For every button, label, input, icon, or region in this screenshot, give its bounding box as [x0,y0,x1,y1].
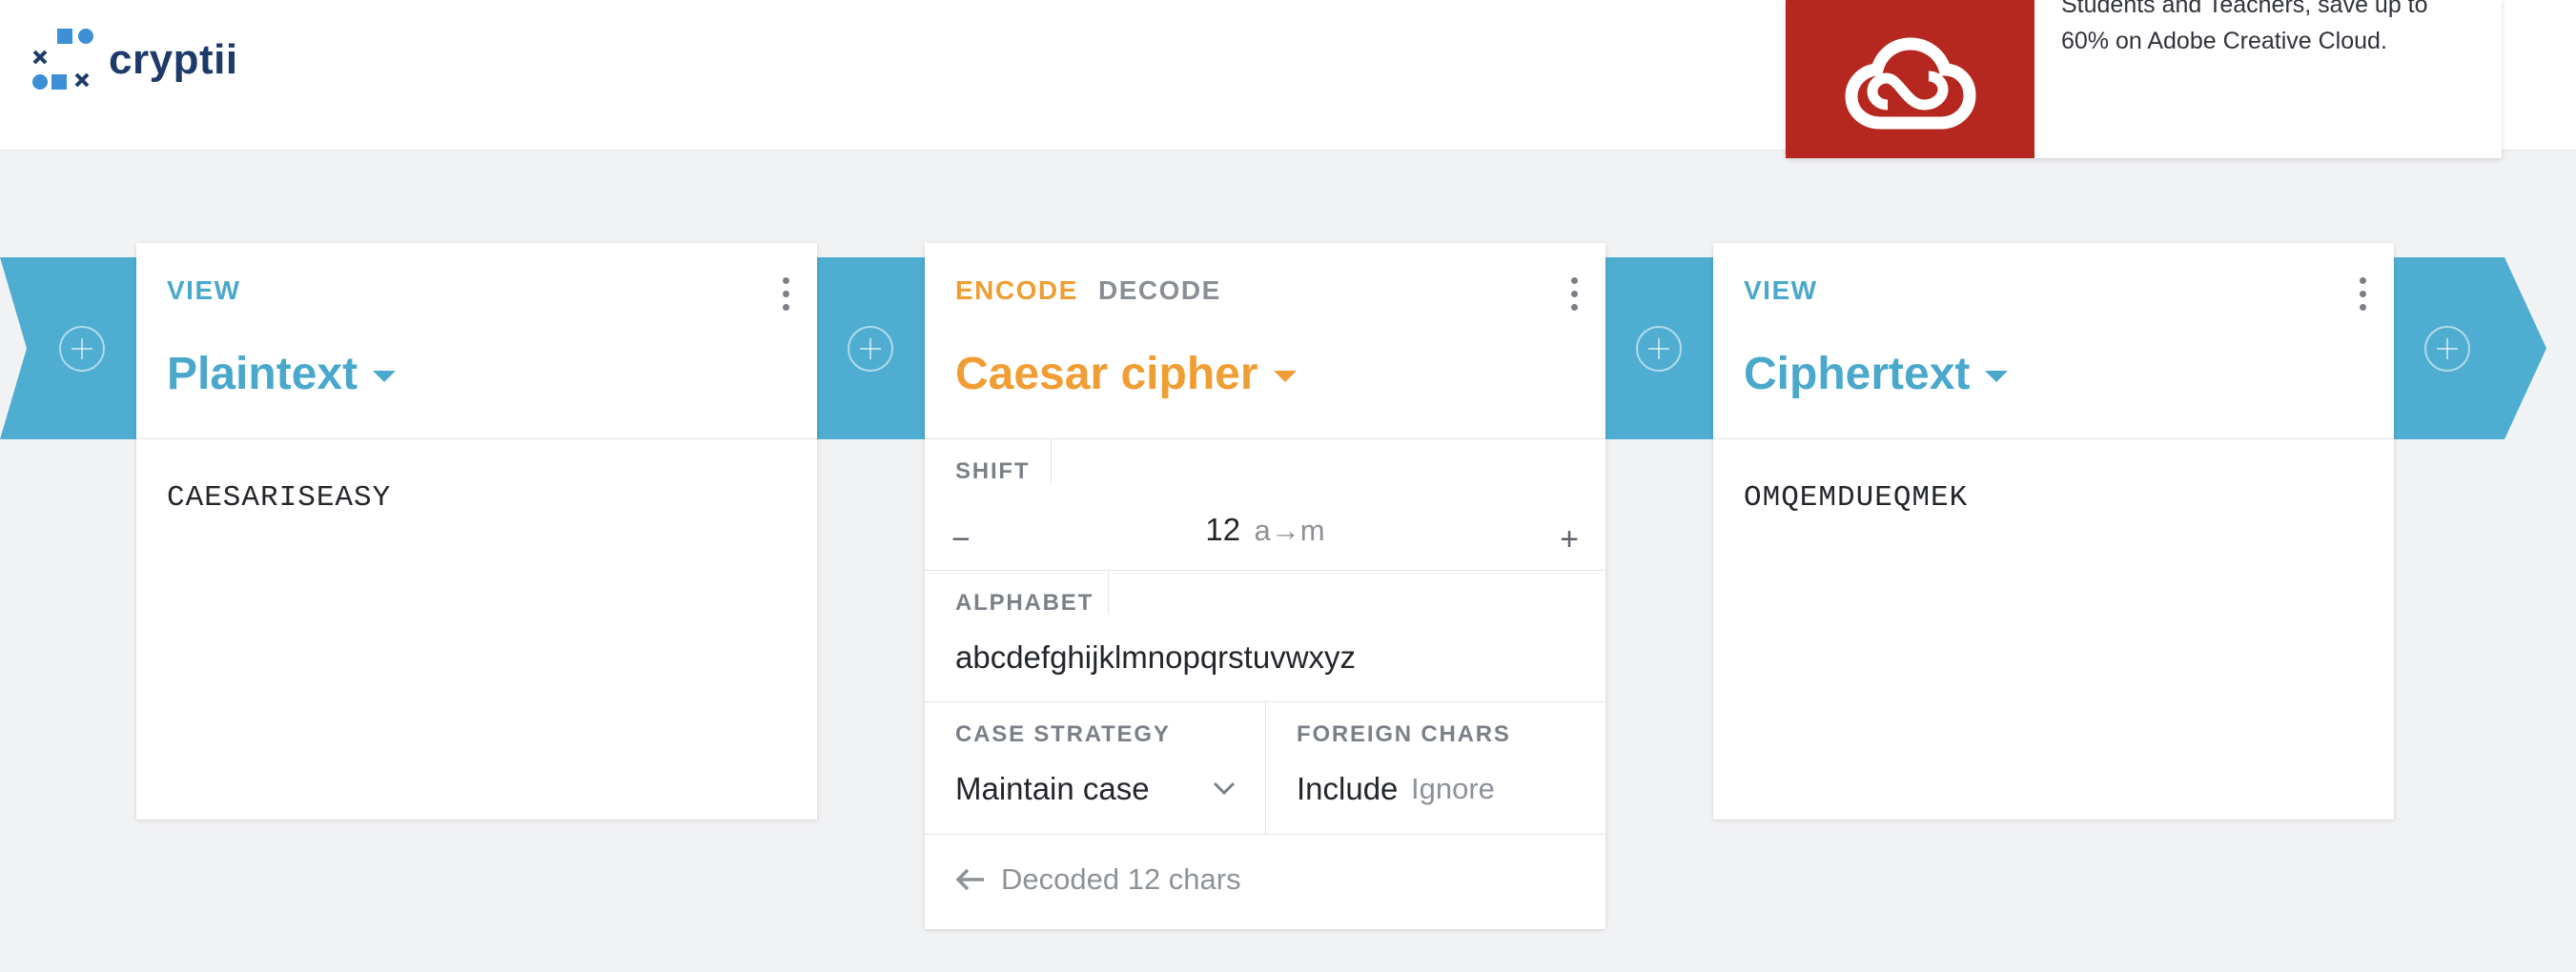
more-vertical-icon[interactable] [1571,277,1579,311]
foreign-chars-setting: FOREIGN CHARS Include Ignore [1266,702,1605,835]
card-header: ENCODE DECODE Caesar cipher [925,243,1605,439]
card-header: VIEW Ciphertext [1713,243,2394,439]
chevron-down-icon [1213,781,1236,796]
brick-title-text: Ciphertext [1744,349,1971,399]
logo-icon [32,29,93,90]
add-icon[interactable] [1636,326,1682,372]
foreign-chars-label: FOREIGN CHARS [1297,721,1511,747]
ciphertext-content[interactable]: OMQEMDUEQMEK [1713,439,2394,557]
ad-text[interactable]: Students and Teachers, save up to 60% on… [2034,0,2502,158]
shift-value[interactable]: 12 a→m [925,512,1605,548]
card-header: VIEW Plaintext [136,243,817,439]
add-icon[interactable] [2424,326,2470,372]
logo[interactable]: cryptii [32,29,238,91]
case-strategy-setting[interactable]: CASE STRATEGY Maintain case [925,702,1266,835]
tab-decode[interactable]: DECODE [1098,275,1221,306]
brick-title[interactable]: Caesar cipher [955,348,1297,400]
label-divider [1051,439,1052,483]
brick-title[interactable]: Ciphertext [1744,348,2009,400]
alphabet-label: ALPHABET [955,590,1094,616]
add-icon[interactable] [848,326,893,372]
shift-setting: SHIFT − 12 a→m + [925,439,1605,571]
arrow-left-icon [955,868,984,891]
brick-title[interactable]: Plaintext [167,348,397,400]
add-icon[interactable] [59,326,105,372]
view-tab[interactable]: VIEW [1744,275,1818,306]
label-divider [1108,571,1109,615]
ciphertext-card: VIEW Ciphertext OMQEMDUEQMEK [1713,243,2394,820]
caret-down-icon [1985,370,2009,382]
brick-title-text: Plaintext [167,349,358,399]
shift-label: SHIFT [955,458,1031,484]
alphabet-input[interactable]: abcdefghijklmnopqrstuvwxyz [955,639,1356,676]
view-tab[interactable]: VIEW [167,275,241,306]
more-vertical-icon[interactable] [783,277,790,311]
pipeline-end-arrow [2394,257,2546,439]
caret-down-icon [373,370,397,382]
case-strategy-select[interactable]: Maintain case [955,771,1150,807]
status-line: Decoded 12 chars [955,862,1241,897]
foreign-include-option[interactable]: Include [1297,771,1398,807]
more-vertical-icon[interactable] [2360,277,2367,311]
case-foreign-row: CASE STRATEGY Maintain case FOREIGN CHAR… [925,702,1605,835]
creative-cloud-icon [1844,37,1976,130]
shift-number: 12 [1205,512,1241,547]
case-strategy-label: CASE STRATEGY [955,721,1171,747]
app-header: cryptii Students and Teachers, save up t… [0,0,2576,158]
tab-encode[interactable]: ENCODE [955,275,1078,306]
shift-increment-button[interactable]: + [1560,523,1579,556]
alphabet-setting: ALPHABET abcdefghijklmnopqrstuvwxyz [925,571,1605,702]
ad-banner[interactable]: Students and Teachers, save up to 60% on… [1786,0,2502,158]
logo-text: cryptii [109,36,238,83]
plaintext-card: VIEW Plaintext CAESARISEASY [136,243,817,820]
ad-image[interactable] [1786,0,2034,158]
caesar-cipher-card: ENCODE DECODE Caesar cipher SHIFT − 12 a… [925,243,1605,929]
caret-down-icon [1273,370,1297,382]
status-text: Decoded 12 chars [1001,862,1241,896]
shift-mapping: a→m [1254,514,1325,547]
brick-title-text: Caesar cipher [955,349,1258,399]
plaintext-content[interactable]: CAESARISEASY [136,439,817,557]
foreign-ignore-option[interactable]: Ignore [1411,772,1495,806]
